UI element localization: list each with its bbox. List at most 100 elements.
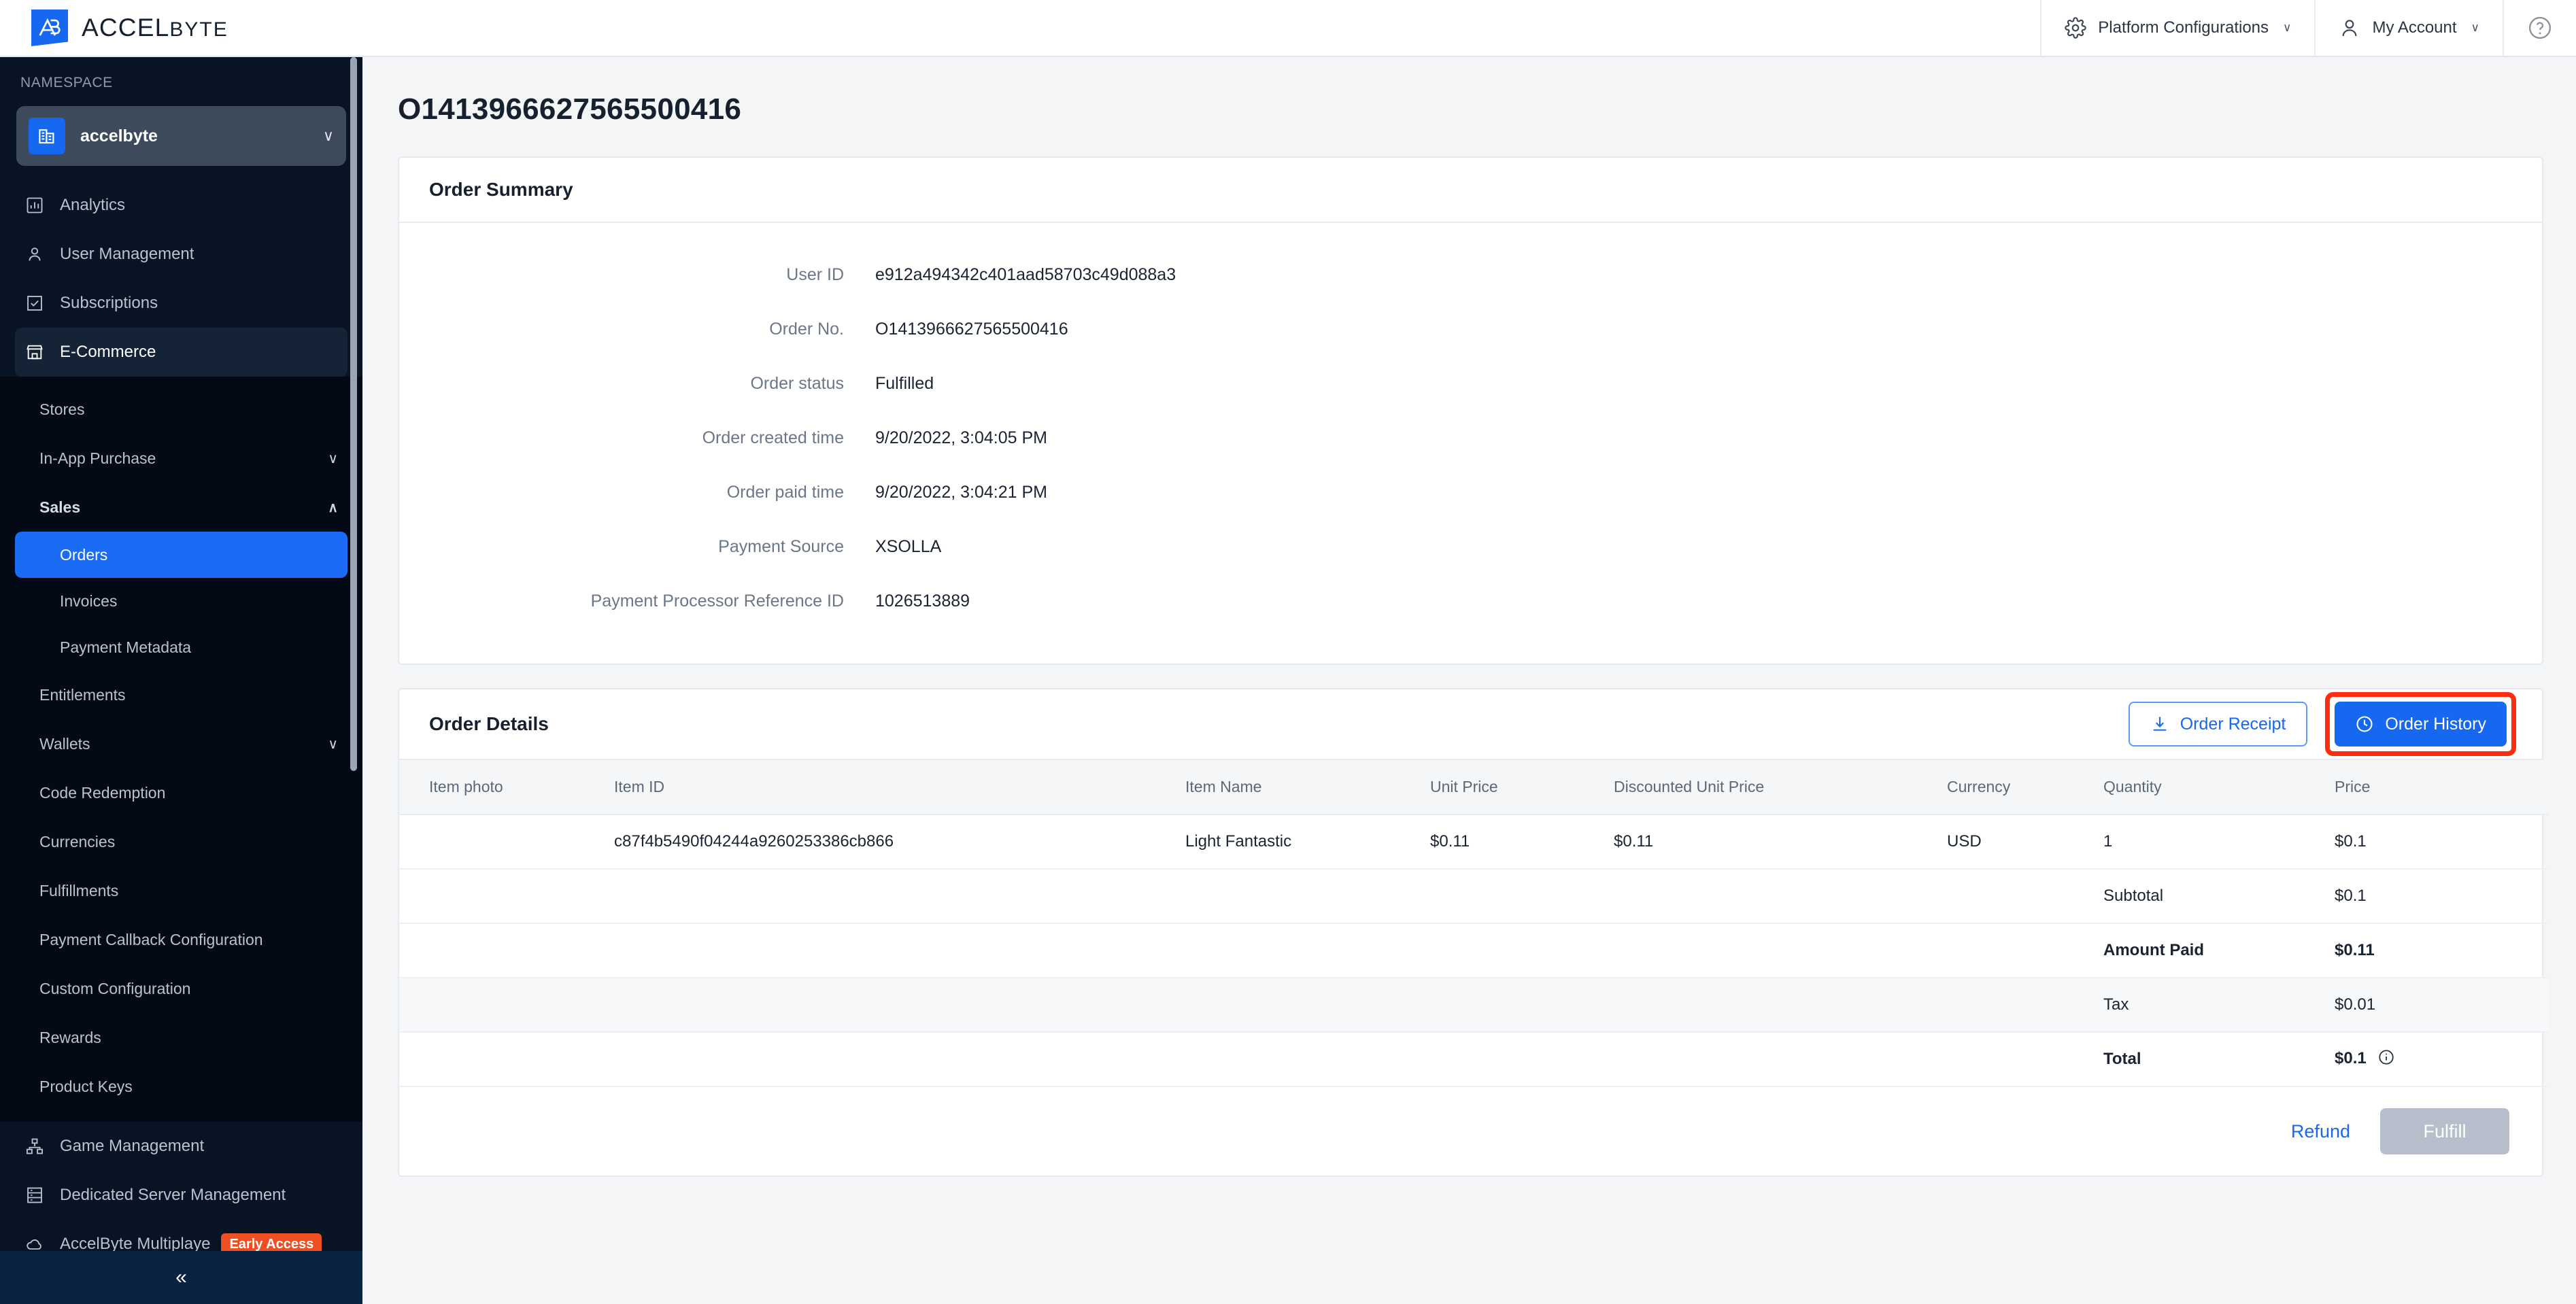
sidebar-item-label: Custom Configuration: [39, 979, 191, 997]
cell-empty: [603, 869, 1174, 924]
sidebar-scrollbar[interactable]: [350, 57, 357, 771]
cell-item-photo: [399, 814, 603, 870]
cell-empty: [1936, 869, 2092, 924]
table-row-amount-paid: Amount Paid $0.11: [399, 923, 2548, 978]
building-icon: [29, 118, 65, 154]
cell-quantity: 1: [2092, 814, 2324, 870]
order-details-table: Item photo Item ID Item Name Unit Price …: [399, 760, 2548, 1087]
app-logo[interactable]: ACCEL BYTE: [31, 10, 228, 46]
sidebar-item-game-management[interactable]: Game Management: [15, 1122, 348, 1171]
order-details-actions: Order Receipt Order History: [2128, 692, 2516, 756]
chevron-up-icon: ∧: [328, 500, 338, 515]
table-row-total: Total $0.1: [399, 1032, 2548, 1087]
user-icon: [2339, 17, 2360, 39]
sidebar-item-analytics[interactable]: Analytics: [15, 181, 348, 230]
sidebar-item-payment-metadata[interactable]: Payment Metadata: [15, 624, 348, 670]
gear-icon: [2065, 17, 2086, 39]
sidebar-item-rewards[interactable]: Rewards: [15, 1013, 348, 1062]
info-circle-icon[interactable]: [2377, 1048, 2395, 1071]
chevron-down-icon: ∨: [2471, 21, 2479, 34]
column-header-quantity: Quantity: [2092, 760, 2324, 815]
column-header-item-name: Item Name: [1174, 760, 1419, 815]
column-header-unit-price: Unit Price: [1419, 760, 1603, 815]
refund-button[interactable]: Refund: [2291, 1121, 2350, 1142]
column-header-item-photo: Item photo: [399, 760, 603, 815]
sidebar-item-currencies[interactable]: Currencies: [15, 817, 348, 866]
cell-empty: [603, 923, 1174, 978]
download-icon: [2150, 715, 2169, 734]
sidebar-item-code-redemption[interactable]: Code Redemption: [15, 768, 348, 817]
sidebar-item-subscriptions[interactable]: Subscriptions: [15, 279, 348, 328]
sidebar-item-stores[interactable]: Stores: [15, 385, 348, 434]
summary-value: Fulfilled: [875, 373, 934, 393]
sidebar-item-product-keys[interactable]: Product Keys: [15, 1062, 348, 1111]
sidebar-item-wallets[interactable]: Wallets ∨: [15, 719, 348, 768]
table-row-subtotal: Subtotal $0.1: [399, 869, 2548, 924]
cell-empty: [1174, 869, 1419, 924]
help-button[interactable]: [2503, 0, 2576, 56]
platform-configurations-menu[interactable]: Platform Configurations ∨: [2040, 0, 2314, 56]
sidebar-item-e-commerce[interactable]: E-Commerce: [15, 328, 348, 377]
summary-label: Order created time: [702, 428, 844, 447]
sidebar-item-sales[interactable]: Sales ∧: [15, 483, 348, 532]
sidebar-item-payment-callback-configuration[interactable]: Payment Callback Configuration: [15, 915, 348, 964]
cell-empty: [1174, 923, 1419, 978]
column-header-item-id: Item ID: [603, 760, 1174, 815]
order-details-title: Order Details: [429, 713, 549, 734]
sidebar-item-label: Product Keys: [39, 1077, 133, 1095]
app-logo-text: ACCEL BYTE: [82, 14, 228, 42]
summary-label: User ID: [786, 264, 844, 284]
sidebar-item-fulfillments[interactable]: Fulfillments: [15, 866, 348, 915]
sidebar-item-label: Fulfillments: [39, 881, 119, 899]
my-account-menu[interactable]: My Account ∨: [2314, 0, 2503, 56]
sidebar-item-label: User Management: [60, 245, 194, 263]
top-header-actions: Platform Configurations ∨ My Account ∨: [2040, 0, 2576, 56]
chart-bar-icon: [24, 196, 45, 215]
summary-value: 1026513889: [875, 591, 970, 611]
cell-empty: [1936, 1032, 2092, 1087]
cell-currency: USD: [1936, 814, 2092, 870]
sidebar-item-dedicated-server-management[interactable]: Dedicated Server Management: [15, 1171, 348, 1220]
namespace-label: NAMESPACE: [20, 75, 113, 90]
table-header: Item photo Item ID Item Name Unit Price …: [399, 760, 2548, 815]
cell-empty: [1603, 923, 1936, 978]
sidebar-item-in-app-purchase[interactable]: In-App Purchase ∨: [15, 434, 348, 483]
sidebar-item-label: Invoices: [60, 591, 118, 610]
sidebar-item-label: Stores: [39, 400, 85, 418]
column-header-price: Price: [2324, 760, 2548, 815]
sidebar-item-label: Subscriptions: [60, 294, 158, 312]
page-title: O1413966627565500416: [398, 92, 742, 126]
column-header-currency: Currency: [1936, 760, 2092, 815]
fulfill-button[interactable]: Fulfill: [2380, 1108, 2509, 1154]
cell-empty: [399, 923, 603, 978]
sidebar: NAMESPACE accelbyte ∨ Analytics User Man…: [0, 57, 362, 1304]
cell-empty: [1419, 978, 1603, 1033]
chevron-down-icon: ∨: [322, 127, 334, 144]
sidebar-item-label: Code Redemption: [39, 783, 166, 802]
sidebar-item-user-management[interactable]: User Management: [15, 230, 348, 279]
sidebar-submenu-e-commerce: Stores In-App Purchase ∨ Sales ∧ Orders …: [0, 377, 362, 1122]
my-account-label: My Account: [2372, 18, 2457, 37]
summary-value: XSOLLA: [875, 536, 942, 556]
sidebar-item-entitlements[interactable]: Entitlements: [15, 670, 348, 719]
sidebar-item-invoices[interactable]: Invoices: [15, 578, 348, 624]
order-receipt-label: Order Receipt: [2180, 714, 2286, 734]
chevron-down-icon: ∨: [328, 736, 338, 752]
cell-empty: [1174, 978, 1419, 1033]
question-circle-icon: [2527, 15, 2553, 41]
totals-label-tax: Tax: [2092, 978, 2324, 1033]
order-receipt-button[interactable]: Order Receipt: [2128, 702, 2308, 747]
order-details-header: Order Details Order Receipt Order Histor…: [399, 689, 2542, 760]
summary-row: Payment Processor Reference ID 102651388…: [399, 574, 2542, 628]
order-summary-fields: User ID e912a494342c401aad58703c49d088a3…: [399, 223, 2542, 664]
totals-value-amount-paid: $0.11: [2324, 923, 2548, 978]
sidebar-collapse-button[interactable]: «: [0, 1251, 362, 1304]
sidebar-item-label: Orders: [60, 545, 108, 564]
namespace-selector[interactable]: accelbyte ∨: [16, 106, 346, 166]
sidebar-item-label: Rewards: [39, 1028, 101, 1046]
cell-empty: [1419, 923, 1603, 978]
order-history-button[interactable]: Order History: [2335, 702, 2507, 747]
sidebar-item-orders[interactable]: Orders: [15, 532, 348, 578]
totals-value-tax: $0.01: [2324, 978, 2548, 1033]
sidebar-item-custom-configuration[interactable]: Custom Configuration: [15, 964, 348, 1013]
